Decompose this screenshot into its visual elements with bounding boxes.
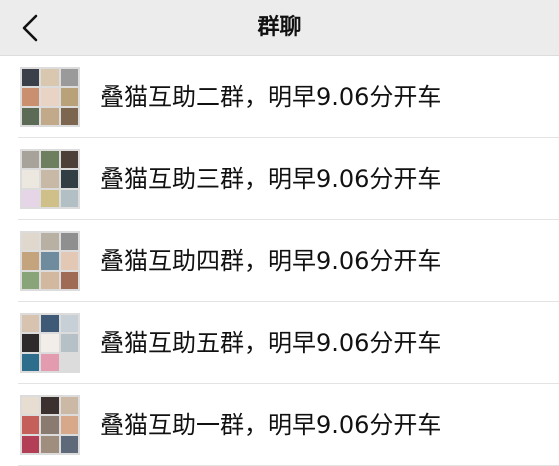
group-chat-row[interactable]: 叠猫互助五群，明早9.06分开车 bbox=[0, 302, 559, 384]
member-avatar-thumb bbox=[22, 416, 40, 434]
member-avatar-thumb bbox=[22, 353, 40, 371]
chevron-left-icon bbox=[22, 14, 38, 42]
member-avatar-thumb bbox=[41, 353, 59, 371]
group-chat-row[interactable]: 叠猫互助四群，明早9.06分开车 bbox=[0, 220, 559, 302]
member-avatar-thumb bbox=[41, 315, 59, 333]
group-avatar bbox=[20, 231, 80, 291]
group-avatar bbox=[20, 395, 80, 455]
group-avatar bbox=[20, 149, 80, 209]
member-avatar-thumb bbox=[60, 353, 78, 371]
member-avatar-thumb bbox=[60, 435, 78, 453]
member-avatar-thumb bbox=[22, 252, 40, 270]
member-avatar-thumb bbox=[60, 88, 78, 106]
group-chat-row[interactable]: 叠猫互助一群，明早9.06分开车 bbox=[0, 384, 559, 466]
member-avatar-thumb bbox=[60, 271, 78, 289]
member-avatar-thumb bbox=[60, 69, 78, 87]
member-avatar-thumb bbox=[22, 435, 40, 453]
group-name: 叠猫互助五群，明早9.06分开车 bbox=[100, 329, 442, 357]
member-avatar-thumb bbox=[22, 189, 40, 207]
member-avatar-thumb bbox=[41, 69, 59, 87]
member-avatar-thumb bbox=[60, 107, 78, 125]
member-avatar-thumb bbox=[60, 170, 78, 188]
group-name: 叠猫互助四群，明早9.06分开车 bbox=[100, 247, 442, 275]
group-avatar bbox=[20, 313, 80, 373]
member-avatar-thumb bbox=[22, 271, 40, 289]
member-avatar-thumb bbox=[60, 151, 78, 169]
member-avatar-thumb bbox=[22, 69, 40, 87]
group-avatar bbox=[20, 67, 80, 127]
member-avatar-thumb bbox=[22, 397, 40, 415]
member-avatar-thumb bbox=[41, 233, 59, 251]
member-avatar-thumb bbox=[22, 107, 40, 125]
member-avatar-thumb bbox=[60, 252, 78, 270]
member-avatar-thumb bbox=[60, 189, 78, 207]
back-button[interactable] bbox=[12, 8, 52, 48]
member-avatar-thumb bbox=[41, 416, 59, 434]
member-avatar-thumb bbox=[41, 435, 59, 453]
page-title: 群聊 bbox=[257, 15, 302, 40]
member-avatar-thumb bbox=[41, 397, 59, 415]
member-avatar-thumb bbox=[41, 189, 59, 207]
member-avatar-thumb bbox=[22, 315, 40, 333]
group-name: 叠猫互助三群，明早9.06分开车 bbox=[100, 165, 442, 193]
member-avatar-thumb bbox=[41, 271, 59, 289]
group-chat-row[interactable]: 叠猫互助二群，明早9.06分开车 bbox=[0, 56, 559, 138]
member-avatar-thumb bbox=[60, 397, 78, 415]
member-avatar-thumb bbox=[60, 334, 78, 352]
group-name: 叠猫互助一群，明早9.06分开车 bbox=[100, 411, 442, 439]
member-avatar-thumb bbox=[22, 233, 40, 251]
member-avatar-thumb bbox=[41, 252, 59, 270]
member-avatar-thumb bbox=[60, 416, 78, 434]
member-avatar-thumb bbox=[41, 151, 59, 169]
member-avatar-thumb bbox=[22, 88, 40, 106]
group-chat-row[interactable]: 叠猫互助三群，明早9.06分开车 bbox=[0, 138, 559, 220]
member-avatar-thumb bbox=[22, 334, 40, 352]
member-avatar-thumb bbox=[41, 88, 59, 106]
group-chat-list: 叠猫互助二群，明早9.06分开车 叠猫互助三群，明早9.06分开车 叠猫互助四群… bbox=[0, 56, 559, 466]
group-name: 叠猫互助二群，明早9.06分开车 bbox=[100, 83, 442, 111]
member-avatar-thumb bbox=[22, 151, 40, 169]
member-avatar-thumb bbox=[41, 107, 59, 125]
member-avatar-thumb bbox=[22, 170, 40, 188]
member-avatar-thumb bbox=[41, 334, 59, 352]
member-avatar-thumb bbox=[60, 233, 78, 251]
member-avatar-thumb bbox=[41, 170, 59, 188]
member-avatar-thumb bbox=[60, 315, 78, 333]
navigation-bar: 群聊 bbox=[0, 0, 559, 56]
